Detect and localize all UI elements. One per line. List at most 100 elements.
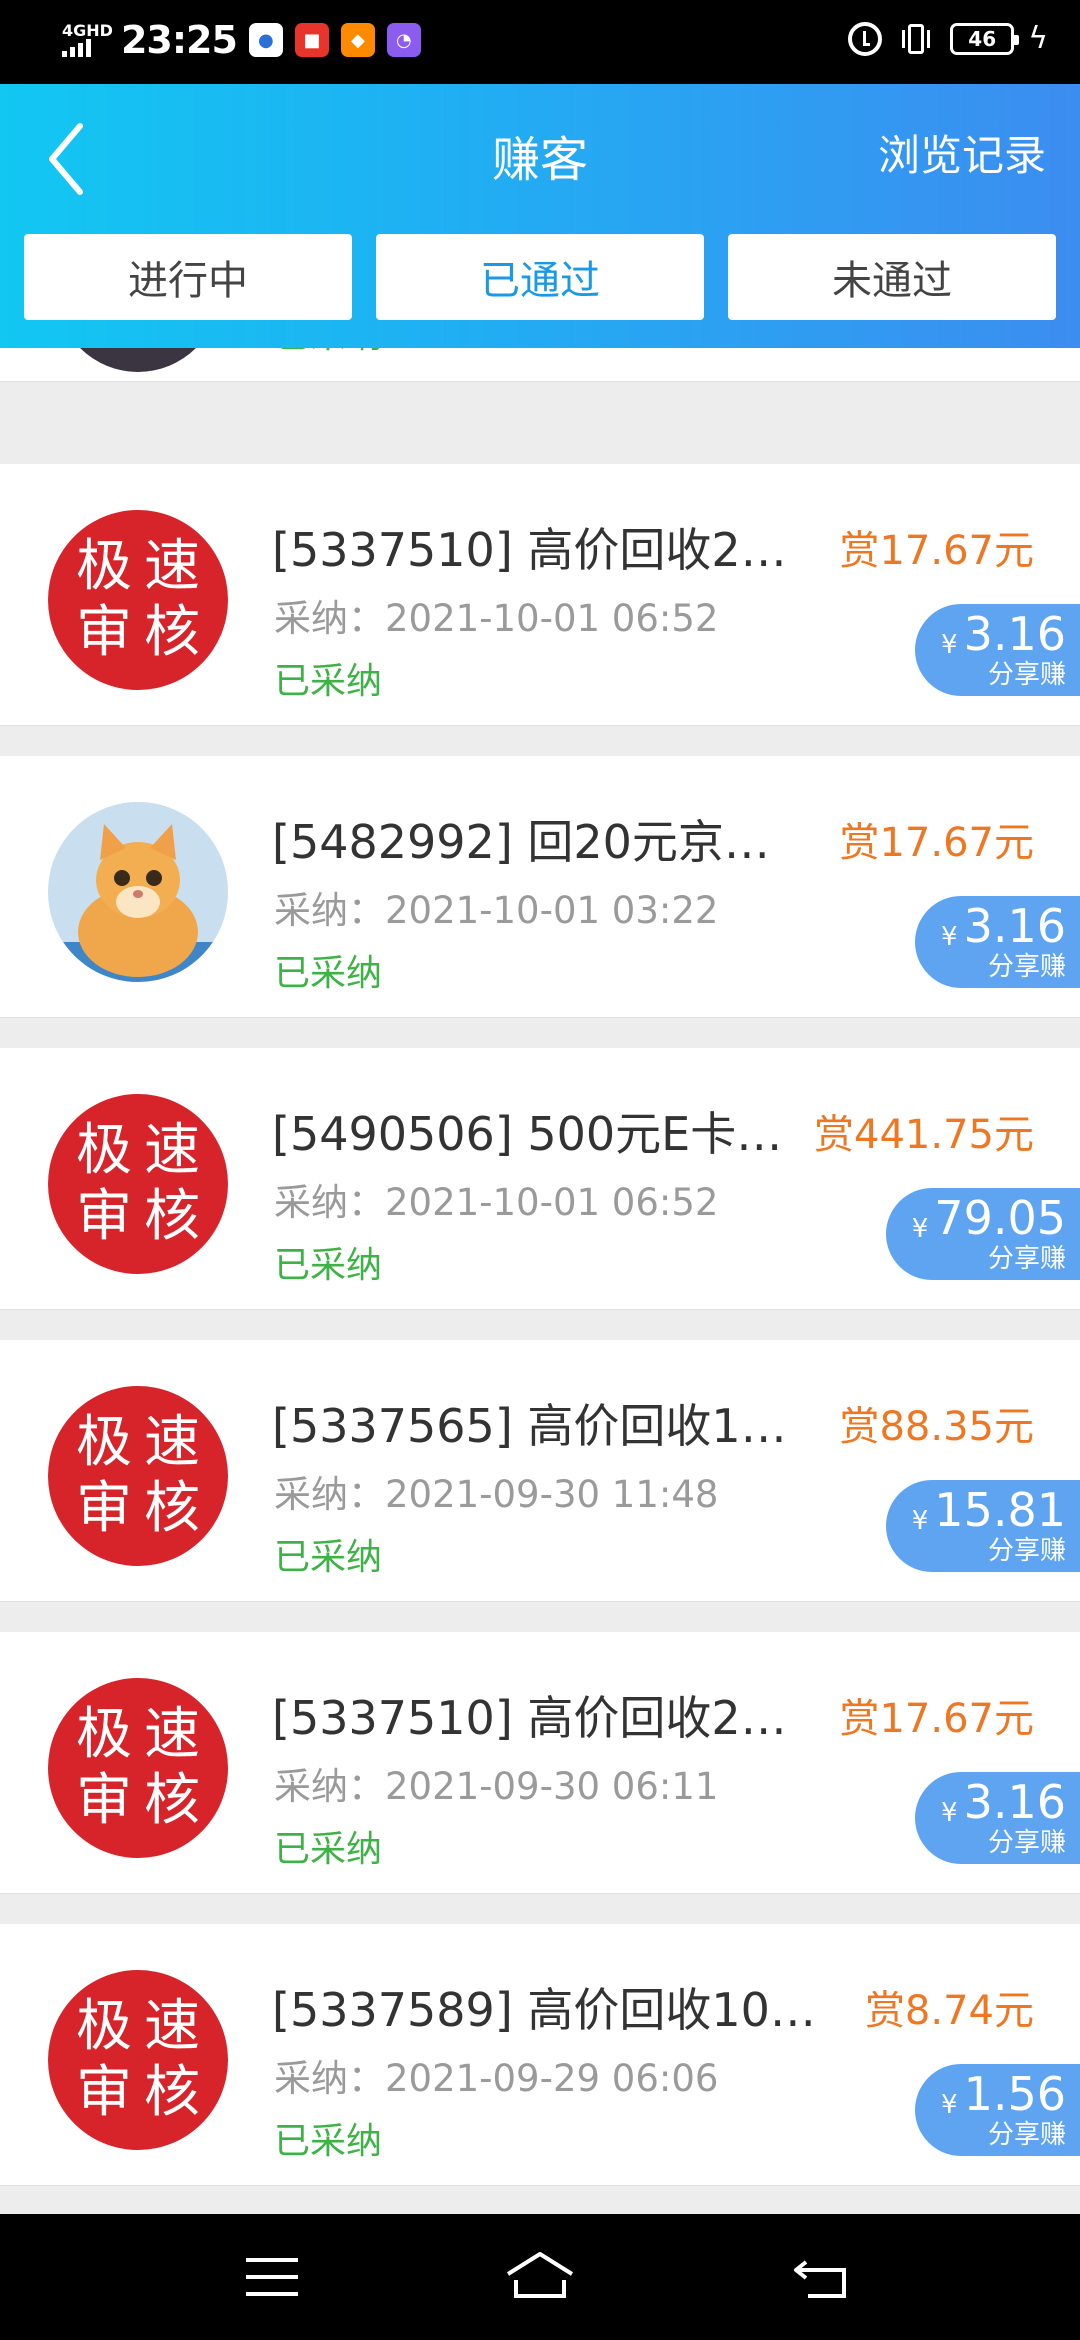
share-earn-button[interactable]: ¥ 79.05 分享赚 bbox=[885, 1188, 1080, 1280]
status-right: 46 ϟ bbox=[848, 22, 1048, 56]
item-status: 已采纳 bbox=[274, 1245, 383, 1286]
share-label: 分享赚 bbox=[987, 2120, 1066, 2150]
list-item[interactable]: 极速审核 [5337589] 高价回收10元… 采纳：2021-09-29 06… bbox=[0, 1924, 1080, 2186]
header: 赚客 浏览记录 进行中 已通过 未通过 bbox=[0, 84, 1080, 348]
yen-sign: ¥ bbox=[941, 2090, 958, 2120]
item-date: 采纳：2021-10-01 06:52 bbox=[274, 1181, 719, 1224]
list-item[interactable]: 极速审核 [5337565] 高价回收100… 采纳：2021-09-30 11… bbox=[0, 1340, 1080, 1602]
item-reward: 赏88.35元 bbox=[839, 1404, 1034, 1450]
yen-sign: ¥ bbox=[911, 1506, 929, 1536]
share-amount: 3.16 bbox=[963, 1775, 1066, 1829]
status-left: 4GHD 23:25 ● ■ ◆ ◔ bbox=[62, 18, 421, 62]
avatar bbox=[56, 348, 220, 372]
status-bar: 4GHD 23:25 ● ■ ◆ ◔ 46 ϟ bbox=[0, 0, 1080, 84]
stamp-char: 核 bbox=[144, 600, 200, 665]
stamp-char: 审 bbox=[76, 1476, 132, 1541]
home-button[interactable] bbox=[500, 2244, 580, 2310]
stamp-char: 速 bbox=[144, 1994, 200, 2059]
share-earn-button[interactable]: ¥ 3.16 分享赚 bbox=[915, 1772, 1080, 1864]
list-item[interactable]: 极速审核 [5490506] 500元E卡高… 采纳：2021-10-01 06… bbox=[0, 1048, 1080, 1310]
stamp-char: 审 bbox=[76, 600, 132, 665]
yen-sign: ¥ bbox=[941, 922, 958, 952]
item-title: [5337589] 高价回收10元… bbox=[272, 1983, 842, 2037]
task-list[interactable]: 已采纳 极速审核 [5337510] 高价回收20… 采纳：2021-10-01… bbox=[0, 348, 1080, 2214]
pinduoduo-app-icon: ■ bbox=[294, 23, 329, 57]
item-date: 采纳：2021-09-30 06:11 bbox=[274, 1765, 719, 1808]
stamp-char: 核 bbox=[144, 1768, 200, 1833]
share-amount: 15.81 bbox=[934, 1483, 1066, 1537]
yen-sign: ¥ bbox=[941, 630, 958, 660]
back-nav-button[interactable] bbox=[784, 2244, 864, 2310]
share-label: 分享赚 bbox=[987, 1828, 1066, 1858]
battery-level: 46 bbox=[968, 27, 997, 51]
item-date: 采纳：2021-09-29 06:06 bbox=[274, 2057, 719, 2100]
stamp-char: 极 bbox=[76, 1118, 132, 1183]
item-title: [5482992] 回20元京东e卡 bbox=[272, 815, 812, 869]
baidu-app-icon: ● bbox=[248, 23, 283, 57]
share-label: 分享赚 bbox=[987, 660, 1066, 690]
battery-icon: 46 bbox=[950, 23, 1020, 55]
tab-in-progress[interactable]: 进行中 bbox=[24, 234, 352, 320]
share-label: 分享赚 bbox=[987, 952, 1066, 982]
share-amount: 79.05 bbox=[934, 1191, 1066, 1245]
avatar: 极速审核 bbox=[48, 510, 228, 690]
item-reward: 赏17.67元 bbox=[839, 820, 1034, 866]
stamp-char: 审 bbox=[76, 1768, 132, 1833]
item-status: 已采纳 bbox=[274, 953, 383, 994]
stamp-char: 速 bbox=[144, 1118, 200, 1183]
item-status: 已采纳 bbox=[274, 1537, 383, 1578]
tab-rejected[interactable]: 未通过 bbox=[728, 234, 1056, 320]
share-amount: 3.16 bbox=[963, 899, 1066, 953]
cat-avatar-image bbox=[48, 802, 228, 982]
stamp-char: 极 bbox=[76, 1702, 132, 1767]
share-earn-button[interactable]: ¥ 3.16 分享赚 bbox=[915, 604, 1080, 696]
menu-icon bbox=[246, 2258, 298, 2296]
stamp-char: 速 bbox=[144, 1410, 200, 1475]
share-amount: 3.16 bbox=[963, 607, 1066, 661]
item-status: 已采纳 bbox=[274, 1829, 383, 1870]
share-label: 分享赚 bbox=[987, 1536, 1066, 1566]
item-title: [5337565] 高价回收100… bbox=[272, 1399, 812, 1453]
avatar: 极速审核 bbox=[48, 1386, 228, 1566]
tab-approved[interactable]: 已通过 bbox=[376, 234, 704, 320]
clock: 23:25 bbox=[120, 18, 238, 62]
taobao-app-icon: ◆ bbox=[340, 23, 375, 57]
item-date: 采纳：2021-10-01 06:52 bbox=[274, 597, 719, 640]
list-item[interactable]: [5482992] 回20元京东e卡 采纳：2021-10-01 03:22 已… bbox=[0, 756, 1080, 1018]
item-date: 采纳：2021-10-01 03:22 bbox=[274, 889, 719, 932]
item-status: 已采纳 bbox=[274, 661, 383, 702]
list-item[interactable]: 极速审核 [5337510] 高价回收20… 采纳：2021-10-01 06:… bbox=[0, 464, 1080, 726]
tab-bar: 进行中 已通过 未通过 bbox=[24, 234, 1056, 320]
item-status: 已采纳 bbox=[274, 2121, 383, 2162]
yen-sign: ¥ bbox=[911, 1214, 929, 1244]
system-nav-bar bbox=[0, 2214, 1080, 2340]
chat-app-icon: ◔ bbox=[386, 23, 421, 57]
stamp-char: 核 bbox=[144, 1184, 200, 1249]
stamp-char: 极 bbox=[76, 534, 132, 599]
item-title: [5490506] 500元E卡高… bbox=[272, 1107, 792, 1161]
stamp-char: 审 bbox=[76, 1184, 132, 1249]
item-reward: 赏17.67元 bbox=[839, 528, 1034, 574]
stamp-char: 极 bbox=[76, 1410, 132, 1475]
yen-sign: ¥ bbox=[941, 1798, 958, 1828]
signal-icon bbox=[62, 39, 91, 57]
list-item[interactable]: 极速审核 [5337510] 高价回收20… 采纳：2021-09-30 06:… bbox=[0, 1632, 1080, 1894]
item-reward: 赏441.75元 bbox=[814, 1112, 1034, 1158]
item-title: [5337510] 高价回收20… bbox=[272, 523, 812, 577]
stamp-char: 极 bbox=[76, 1994, 132, 2059]
stamp-char: 速 bbox=[144, 1702, 200, 1767]
share-earn-button[interactable]: ¥ 3.16 分享赚 bbox=[915, 896, 1080, 988]
back-icon bbox=[794, 2260, 846, 2298]
share-earn-button[interactable]: ¥ 15.81 分享赚 bbox=[885, 1480, 1080, 1572]
share-earn-button[interactable]: ¥ 1.56 分享赚 bbox=[915, 2064, 1080, 2156]
browse-history-link[interactable]: 浏览记录 bbox=[878, 122, 1046, 183]
stamp-char: 审 bbox=[76, 2060, 132, 2125]
list-item-partial[interactable]: 已采纳 bbox=[0, 348, 1080, 382]
charging-icon: ϟ bbox=[1028, 21, 1048, 56]
item-status: 已采纳 bbox=[274, 348, 382, 358]
item-reward: 赏17.67元 bbox=[839, 1696, 1034, 1742]
avatar bbox=[48, 802, 228, 982]
menu-button[interactable] bbox=[232, 2244, 312, 2310]
avatar: 极速审核 bbox=[48, 1678, 228, 1858]
item-reward: 赏8.74元 bbox=[864, 1988, 1034, 2034]
